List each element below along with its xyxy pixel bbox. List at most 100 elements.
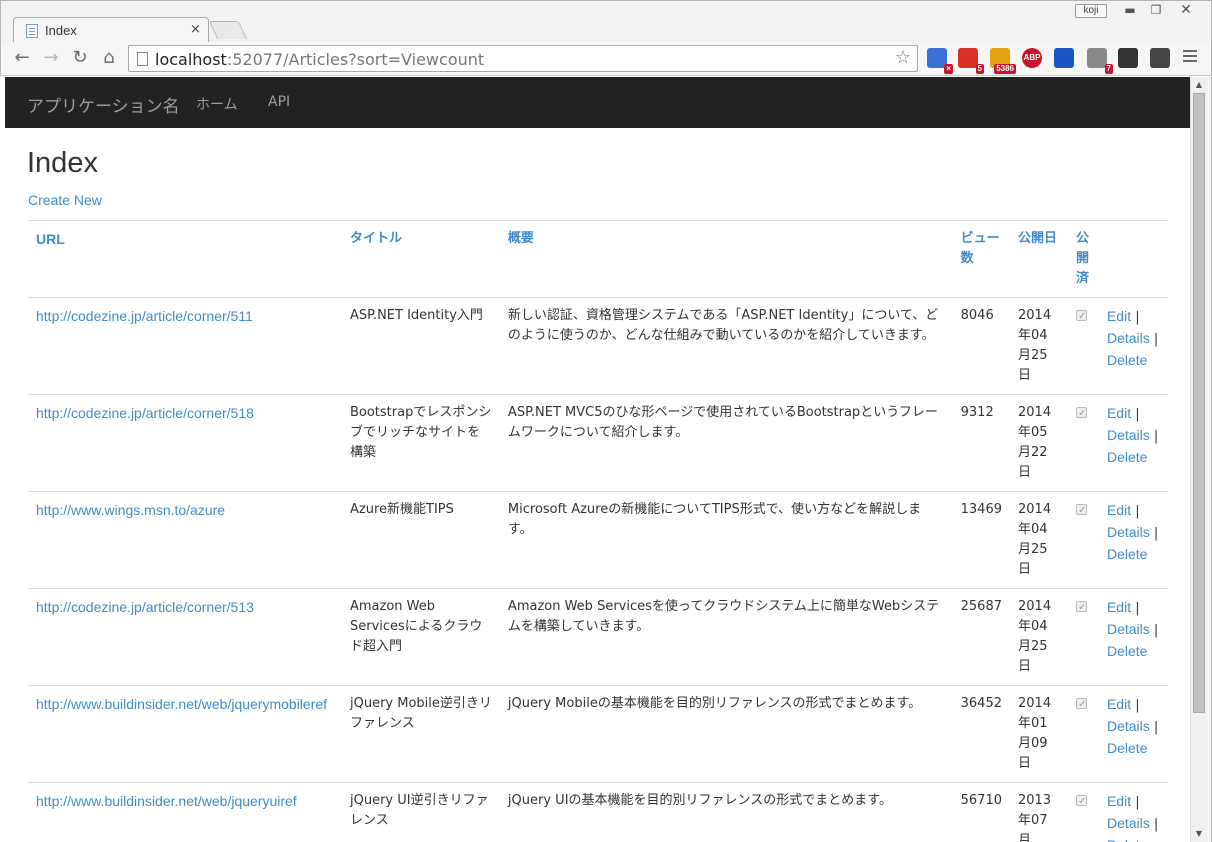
edit-link[interactable]: Edit — [1107, 308, 1131, 324]
article-summary: Amazon Web Servicesを使ってクラウドシステム上に簡単なWebシ… — [499, 588, 953, 686]
details-link[interactable]: Details — [1107, 330, 1150, 346]
article-url-link[interactable]: http://codezine.jp/article/corner/513 — [36, 599, 254, 615]
published-checkbox — [1075, 307, 1087, 327]
article-summary: jQuery Mobileの基本機能を目的別リファレンスの形式でまとめます。 — [499, 685, 953, 783]
scroll-down-arrow-icon[interactable]: ▼ — [1194, 829, 1204, 839]
published-checkbox — [1075, 501, 1087, 521]
article-date: 2014年04月25日 — [1010, 491, 1068, 589]
scroll-up-arrow-icon[interactable]: ▲ — [1194, 80, 1204, 90]
table-row: http://www.buildinsider.net/web/jquerymo… — [28, 685, 1168, 783]
details-link[interactable]: Details — [1107, 621, 1150, 637]
app-navbar: アプリケーション名 ホーム API — [5, 77, 1190, 128]
action-separator: | — [1135, 407, 1140, 422]
table-header-row: URL タイトル 概要 ビュー数 公開日 公開済 — [28, 220, 1168, 298]
article-date: 2014年04月25日 — [1010, 588, 1068, 686]
article-title: jQuery Mobile逆引きリファレンス — [341, 685, 500, 783]
adblock-plus-icon[interactable]: ABP — [1022, 48, 1042, 68]
article-title: ASP.NET Identity入門 — [341, 297, 500, 395]
delete-link[interactable]: Delete — [1107, 449, 1147, 465]
article-date: 2014年01月09日 — [1010, 685, 1068, 783]
scrollbar-thumb[interactable] — [1193, 93, 1205, 713]
delete-link[interactable]: Delete — [1107, 740, 1147, 756]
gmail-extension-icon[interactable]: 5 — [958, 48, 984, 74]
action-separator: | — [1153, 623, 1159, 638]
article-url-link[interactable]: http://www.buildinsider.net/web/jqueryui… — [36, 793, 297, 809]
article-title: Azure新機能TIPS — [341, 491, 500, 589]
browser-titlebar: Index × koji ▬ ❐ ✕ — [0, 0, 1212, 44]
edit-link[interactable]: Edit — [1107, 405, 1131, 421]
calendar-extension-icon[interactable]: × — [927, 48, 953, 74]
action-separator: | — [1153, 817, 1159, 832]
tab-title: Index — [45, 23, 77, 38]
extension-badge: 5386 — [994, 64, 1016, 74]
details-link[interactable]: Details — [1107, 718, 1150, 734]
published-checkbox — [1075, 695, 1087, 715]
details-link[interactable]: Details — [1107, 815, 1150, 831]
delete-link[interactable]: Delete — [1107, 546, 1147, 562]
article-views: 25687 — [952, 588, 1010, 686]
notifier-extension-icon[interactable]: 5386 — [990, 48, 1016, 74]
delete-link[interactable]: Delete — [1107, 837, 1147, 842]
sync-extension-icon[interactable] — [1118, 48, 1138, 68]
sort-by-published-link[interactable]: 公開済 — [1076, 231, 1089, 286]
bookmark-star-icon[interactable]: ☆ — [895, 47, 911, 68]
restore-window-icon[interactable]: ❐ — [1143, 2, 1169, 18]
action-separator: | — [1153, 429, 1159, 444]
article-url-link[interactable]: http://codezine.jp/article/corner/518 — [36, 405, 254, 421]
extension-badge: × — [944, 64, 953, 74]
article-views: 9312 — [952, 394, 1010, 492]
browser-toolbar: ← → ↻ ⌂ localhost:52077/Articles?sort=Vi… — [0, 42, 1212, 76]
sort-by-views-link[interactable]: ビュー数 — [961, 231, 1000, 266]
vertical-scrollbar[interactable]: ▲ ▼ — [1190, 77, 1206, 842]
edit-link[interactable]: Edit — [1107, 599, 1131, 615]
sort-by-summary-link[interactable]: 概要 — [508, 231, 534, 246]
back-arrow-icon[interactable]: ← — [11, 47, 33, 69]
article-views: 8046 — [952, 297, 1010, 395]
tab-close-icon[interactable]: × — [190, 22, 201, 37]
action-separator: | — [1135, 698, 1140, 713]
sort-by-date-link[interactable]: 公開日 — [1018, 231, 1057, 246]
delete-link[interactable]: Delete — [1107, 643, 1147, 659]
nav-link-api[interactable]: API — [268, 94, 290, 110]
article-summary: Microsoft Azureの新機能についてTIPS形式で、使い方などを解説し… — [499, 491, 953, 589]
browser-tab[interactable]: Index × — [13, 17, 209, 44]
app-brand-link[interactable]: アプリケーション名 — [27, 92, 180, 117]
details-link[interactable]: Details — [1107, 427, 1150, 443]
sort-by-url-link[interactable]: URL — [36, 231, 65, 247]
article-title: Amazon Web Servicesによるクラウド超入門 — [341, 588, 500, 686]
actions-header — [1098, 220, 1168, 298]
sort-by-title-link[interactable]: タイトル — [350, 231, 402, 246]
article-url-link[interactable]: http://www.buildinsider.net/web/jquerymo… — [36, 696, 327, 712]
forward-arrow-icon[interactable]: → — [40, 47, 62, 69]
article-views: 56710 — [952, 782, 1010, 842]
edit-link[interactable]: Edit — [1107, 696, 1131, 712]
chrome-menu-icon[interactable] — [1183, 50, 1197, 64]
address-bar-url[interactable]: localhost:52077/Articles?sort=Viewcount — [155, 50, 484, 69]
minimize-window-icon[interactable]: ▬ — [1117, 2, 1143, 18]
bookmark-star-icon[interactable] — [1054, 48, 1074, 68]
action-separator: | — [1135, 504, 1140, 519]
address-bar[interactable]: localhost:52077/Articles?sort=Viewcount … — [128, 45, 918, 72]
new-tab-button[interactable] — [208, 21, 248, 39]
edit-link[interactable]: Edit — [1107, 502, 1131, 518]
outlook-extension-icon[interactable]: 7 — [1087, 48, 1113, 74]
article-url-link[interactable]: http://www.wings.msn.to/azure — [36, 502, 225, 518]
home-icon[interactable]: ⌂ — [98, 47, 120, 69]
action-separator: | — [1135, 310, 1140, 325]
action-separator: | — [1135, 601, 1140, 616]
edit-link[interactable]: Edit — [1107, 793, 1131, 809]
nav-link-home[interactable]: ホーム — [196, 94, 238, 114]
page-title: Index — [27, 147, 98, 179]
article-date: 2013年07月 — [1010, 782, 1068, 842]
close-window-icon[interactable]: ✕ — [1173, 2, 1199, 18]
pocket-extension-icon[interactable] — [1150, 48, 1170, 68]
delete-link[interactable]: Delete — [1107, 352, 1147, 368]
extension-badge: 7 — [1104, 64, 1113, 74]
published-checkbox — [1075, 598, 1087, 618]
article-url-link[interactable]: http://codezine.jp/article/corner/511 — [36, 308, 253, 324]
create-new-link[interactable]: Create New — [28, 192, 102, 208]
action-separator: | — [1153, 332, 1159, 347]
profile-button[interactable]: koji — [1075, 4, 1107, 18]
reload-icon[interactable]: ↻ — [69, 47, 91, 69]
details-link[interactable]: Details — [1107, 524, 1150, 540]
